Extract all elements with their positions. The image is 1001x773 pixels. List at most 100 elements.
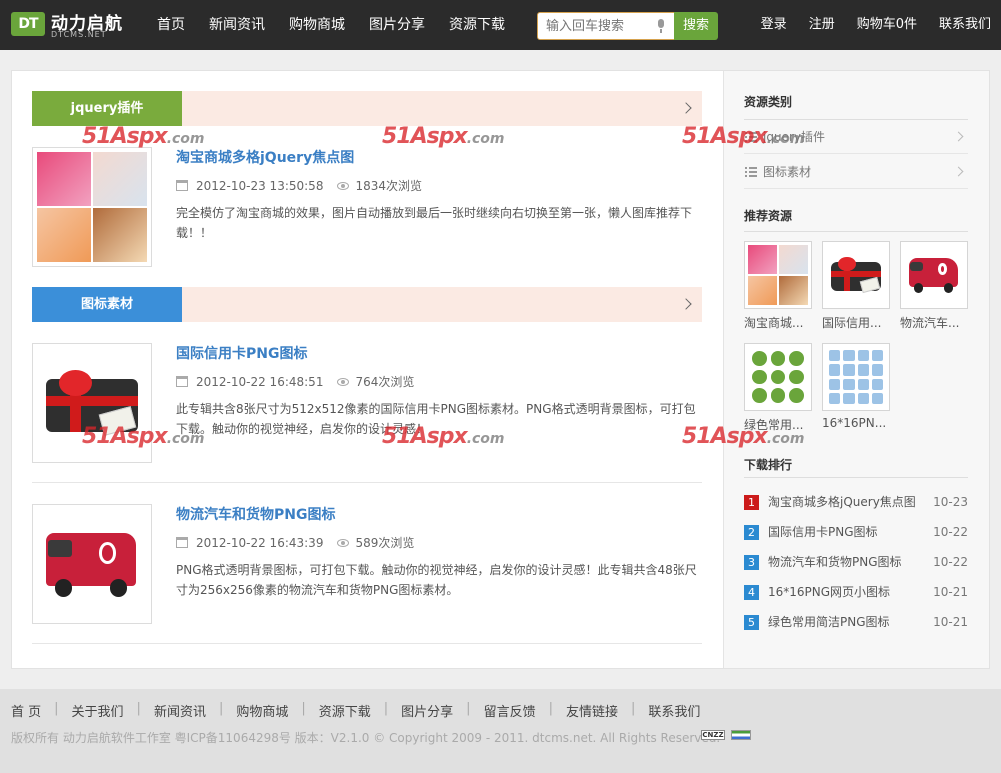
separator: | — [466, 701, 471, 716]
recommended-thumbnail[interactable] — [744, 343, 812, 411]
footer-link-shop[interactable]: 购物商城 — [236, 701, 288, 720]
gift-card-thumbnail[interactable] — [32, 343, 152, 463]
recommended-item[interactable]: 16*16PN... — [822, 343, 890, 430]
ranking-title[interactable]: 绿色常用简洁PNG图标 — [768, 607, 890, 637]
divider — [32, 643, 702, 644]
register-link[interactable]: 注册 — [798, 0, 846, 50]
recommended-thumbnail[interactable] — [822, 343, 890, 411]
nav-news[interactable]: 新闻资讯 — [197, 0, 277, 50]
search-input[interactable] — [538, 13, 648, 39]
ranking-item[interactable]: 5 绿色常用简洁PNG图标 10-21 — [744, 607, 968, 637]
ranking-item[interactable]: 3 物流汽车和货物PNG图标 10-22 — [744, 547, 968, 577]
recommended-thumbnail[interactable] — [744, 241, 812, 309]
separator: | — [383, 701, 389, 716]
recommended-caption[interactable]: 国际信用... — [822, 314, 898, 331]
category-bar-icons[interactable]: 图标素材 — [32, 287, 702, 322]
chevron-right-icon[interactable] — [680, 102, 692, 114]
ranking-item[interactable]: 2 国际信用卡PNG图标 10-22 — [744, 517, 968, 547]
footer-link-feedback[interactable]: 留言反馈 — [484, 701, 536, 720]
ranking-title[interactable]: 物流汽车和货物PNG图标 — [768, 547, 902, 577]
nav-shop[interactable]: 购物商城 — [277, 0, 357, 50]
list-item: 国际信用卡PNG图标 2012-10-22 16:48:51 764次浏览 此专… — [32, 343, 702, 465]
separator: | — [301, 701, 306, 716]
item-date: 2012-10-22 16:48:51 — [196, 374, 324, 389]
delivery-van-thumbnail[interactable] — [32, 504, 152, 624]
sidebar-category-icons[interactable]: 图标素材 — [744, 155, 968, 189]
site-logo[interactable]: DT 动力启航 DTCMS.NET — [11, 8, 126, 42]
cart-link[interactable]: 购物车0件 — [846, 0, 928, 50]
item-title[interactable]: 国际信用卡PNG图标 — [176, 343, 307, 363]
ranking-date: 10-22 — [933, 555, 968, 569]
main-nav: 首页 新闻资讯 购物商城 图片分享 资源下载 — [145, 0, 517, 50]
category-tag[interactable]: 图标素材 — [32, 287, 182, 322]
rank-number: 2 — [744, 525, 759, 540]
taobao-slider-thumbnail[interactable] — [32, 147, 152, 267]
nav-home[interactable]: 首页 — [145, 0, 197, 50]
stats-icon[interactable] — [731, 730, 751, 740]
categories-heading: 资源类别 — [744, 95, 793, 109]
footer-nav: 首 页 | 关于我们 | 新闻资讯 | 购物商城 | 资源下载 | 图片分享 | 留言反馈 |… — [11, 701, 700, 720]
login-link[interactable]: 登录 — [750, 0, 798, 50]
ranking-title[interactable]: 国际信用卡PNG图标 — [768, 517, 878, 547]
search-button[interactable]: 搜索 — [674, 12, 718, 40]
ranking-title[interactable]: 16*16PNG网页小图标 — [768, 577, 890, 607]
nav-downloads[interactable]: 资源下载 — [437, 0, 517, 50]
recommended-item[interactable]: 物流汽车... — [900, 241, 968, 331]
footer-link-downloads[interactable]: 资源下载 — [319, 701, 371, 720]
category-tag[interactable]: jquery插件 — [32, 91, 182, 126]
item-meta: 2012-10-22 16:43:39 589次浏览 — [176, 534, 414, 551]
cnzz-badge[interactable]: CNZZ — [701, 730, 725, 740]
item-views: 764次浏览 — [355, 375, 415, 389]
calendar-icon — [176, 376, 188, 387]
recommended-caption[interactable]: 16*16PN... — [822, 416, 898, 430]
recommended-caption[interactable]: 淘宝商城... — [744, 314, 820, 331]
rank-number: 4 — [744, 585, 759, 600]
ranking-item[interactable]: 1 淘宝商城多格jQuery焦点图 10-23 — [744, 487, 968, 517]
contact-link[interactable]: 联系我们 — [928, 0, 991, 50]
rank-number: 3 — [744, 555, 759, 570]
footer-link-news[interactable]: 新闻资讯 — [154, 701, 206, 720]
item-title[interactable]: 物流汽车和货物PNG图标 — [176, 504, 335, 524]
list-item: 物流汽车和货物PNG图标 2012-10-22 16:43:39 589次浏览 … — [32, 504, 702, 626]
category-bar-jquery[interactable]: jquery插件 — [32, 91, 702, 126]
user-nav: 登录 注册 购物车0件 联系我们 — [750, 0, 991, 50]
footer-link-home[interactable]: 首 页 — [11, 701, 41, 720]
divider — [32, 482, 702, 483]
separator: | — [136, 701, 141, 716]
ranking-date: 10-23 — [933, 495, 968, 509]
recommended-heading: 推荐资源 — [744, 209, 793, 223]
recommended-caption[interactable]: 绿色常用... — [744, 416, 820, 433]
chevron-right-icon[interactable] — [680, 298, 692, 310]
item-description: 此专辑共含8张尺寸为512x512像素的国际信用卡PNG图标素材。PNG格式透明… — [176, 402, 696, 436]
calendar-icon — [176, 537, 188, 548]
list-item: 淘宝商城多格jQuery焦点图 2012-10-23 13:50:58 1834… — [32, 147, 702, 269]
nav-photos[interactable]: 图片分享 — [357, 0, 437, 50]
microphone-icon[interactable] — [657, 19, 665, 33]
divider — [744, 231, 968, 232]
footer-link-contact[interactable]: 联系我们 — [648, 701, 700, 720]
recommended-caption[interactable]: 物流汽车... — [900, 314, 976, 331]
logo-mark: DT — [11, 12, 45, 36]
footer-link-photos[interactable]: 图片分享 — [401, 701, 453, 720]
site-footer: 首 页 | 关于我们 | 新闻资讯 | 购物商城 | 资源下载 | 图片分享 | 留言反馈 |… — [0, 689, 1001, 773]
footer-link-friends[interactable]: 友情链接 — [566, 701, 618, 720]
recommended-thumbnail[interactable] — [822, 241, 890, 309]
recommended-item[interactable]: 绿色常用... — [744, 343, 812, 433]
separator: | — [218, 701, 224, 716]
ranking-item[interactable]: 4 16*16PNG网页小图标 10-21 — [744, 577, 968, 607]
recommended-thumbnail[interactable] — [900, 241, 968, 309]
item-description: 完全模仿了淘宝商城的效果，图片自动播放到最后一张时继续向右切换至第一张，懒人图库… — [176, 206, 693, 240]
sidebar-category-jquery[interactable]: jquery插件 — [744, 120, 968, 154]
ranking-date: 10-22 — [933, 525, 968, 539]
ranking-heading: 下载排行 — [744, 458, 793, 472]
item-views: 1834次浏览 — [355, 179, 422, 193]
sidebar-category-label: jquery插件 — [763, 130, 825, 144]
recommended-item[interactable]: 淘宝商城... — [744, 241, 812, 331]
item-meta: 2012-10-22 16:48:51 764次浏览 — [176, 373, 414, 390]
search-box — [537, 12, 675, 40]
eye-icon — [337, 377, 350, 386]
footer-link-about[interactable]: 关于我们 — [72, 701, 124, 720]
ranking-title[interactable]: 淘宝商城多格jQuery焦点图 — [768, 487, 916, 517]
item-title[interactable]: 淘宝商城多格jQuery焦点图 — [176, 147, 354, 167]
recommended-item[interactable]: 国际信用... — [822, 241, 890, 331]
